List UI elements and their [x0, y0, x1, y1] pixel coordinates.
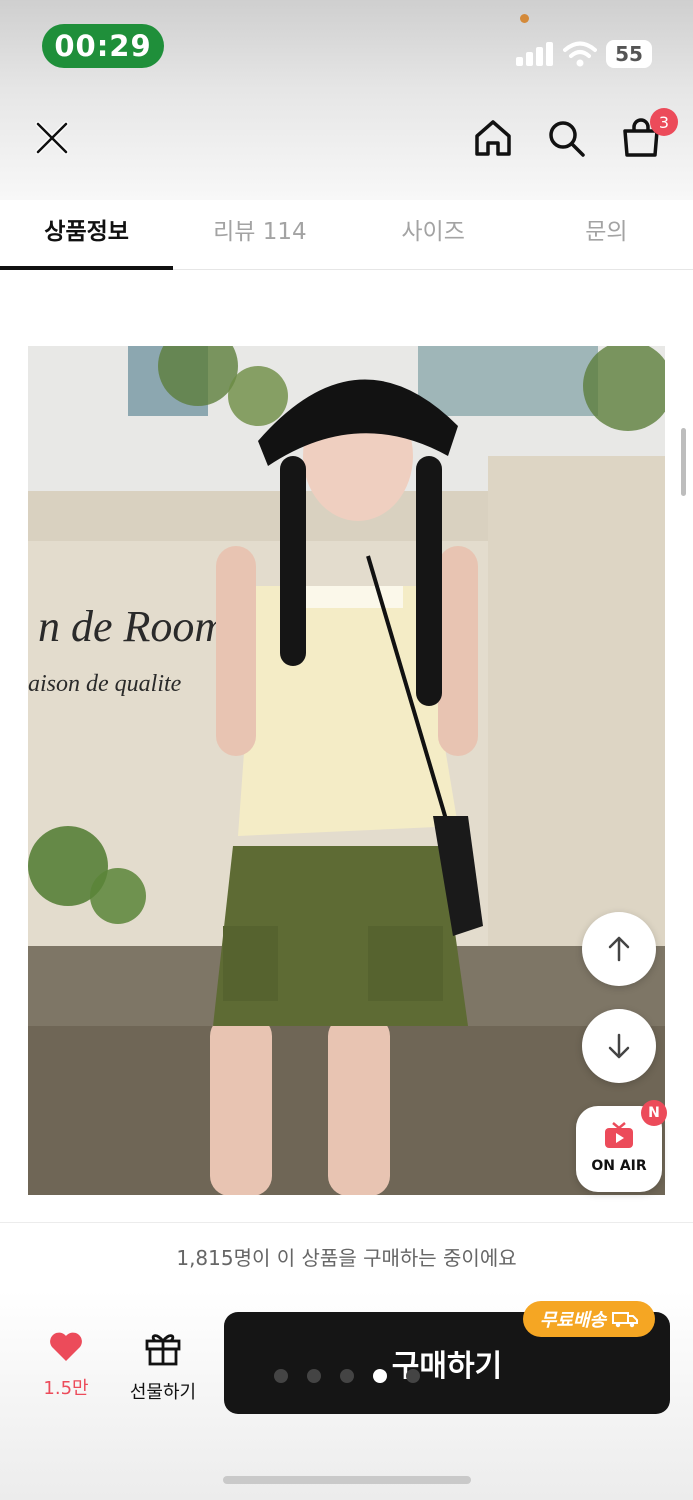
pager-dot[interactable]	[406, 1369, 420, 1383]
free-shipping-badge: 무료배송	[523, 1301, 655, 1337]
tab-product-info[interactable]: 상품정보	[0, 200, 174, 270]
product-image[interactable]: n de Room aison de qualite	[28, 346, 665, 1195]
gift-icon	[145, 1334, 181, 1366]
status-bar: 00:29 55	[0, 0, 693, 90]
like-count: 1.5만	[43, 1378, 89, 1399]
arrow-down-icon	[608, 1033, 630, 1059]
gift-label: 선물하기	[129, 1382, 197, 1403]
pager-dot[interactable]	[307, 1369, 321, 1383]
top-header: 00:29 55	[0, 0, 693, 200]
privacy-indicator-dot	[520, 14, 529, 23]
pager-dot[interactable]	[340, 1369, 354, 1383]
on-air-label: ON AIR	[591, 1158, 647, 1174]
close-icon[interactable]	[28, 114, 76, 162]
wall-sign-text-1: n de Room	[38, 602, 226, 651]
tab-reviews[interactable]: 리뷰 114	[173, 200, 346, 269]
buyer-count-banner: 1,815명이 이 상품을 구매하는 중이에요	[0, 1222, 693, 1290]
scroll-up-button[interactable]	[582, 912, 656, 986]
arrow-up-icon	[608, 936, 630, 962]
product-tabs: 상품정보 리뷰 114 사이즈 문의	[0, 200, 693, 270]
tab-inquiry[interactable]: 문의	[520, 200, 693, 269]
pager-dot[interactable]	[274, 1369, 288, 1383]
cart-count-badge: 3	[650, 108, 678, 136]
home-indicator[interactable]	[223, 1476, 471, 1484]
truck-icon	[612, 1312, 639, 1328]
scroll-down-button[interactable]	[582, 1009, 656, 1083]
scroll-indicator[interactable]	[681, 428, 686, 496]
on-air-new-badge: N	[641, 1100, 667, 1126]
search-icon[interactable]	[542, 114, 590, 162]
status-time: 00:29	[42, 24, 164, 68]
pager-dot-active[interactable]	[373, 1369, 387, 1383]
image-pager	[274, 1369, 420, 1383]
like-button[interactable]: 1.5만	[30, 1330, 102, 1400]
free-shipping-label: 무료배송	[539, 1310, 607, 1331]
battery-indicator: 55	[606, 40, 652, 68]
live-tv-icon	[605, 1122, 633, 1148]
home-icon[interactable]	[469, 114, 517, 162]
cellular-signal-icon	[516, 42, 554, 66]
wall-sign-text-2: aison de qualite	[28, 671, 182, 697]
tab-size[interactable]: 사이즈	[347, 200, 520, 269]
gift-button[interactable]: 선물하기	[120, 1330, 206, 1404]
wifi-icon	[563, 40, 597, 68]
nav-bar	[0, 100, 693, 170]
heart-icon	[50, 1332, 82, 1361]
